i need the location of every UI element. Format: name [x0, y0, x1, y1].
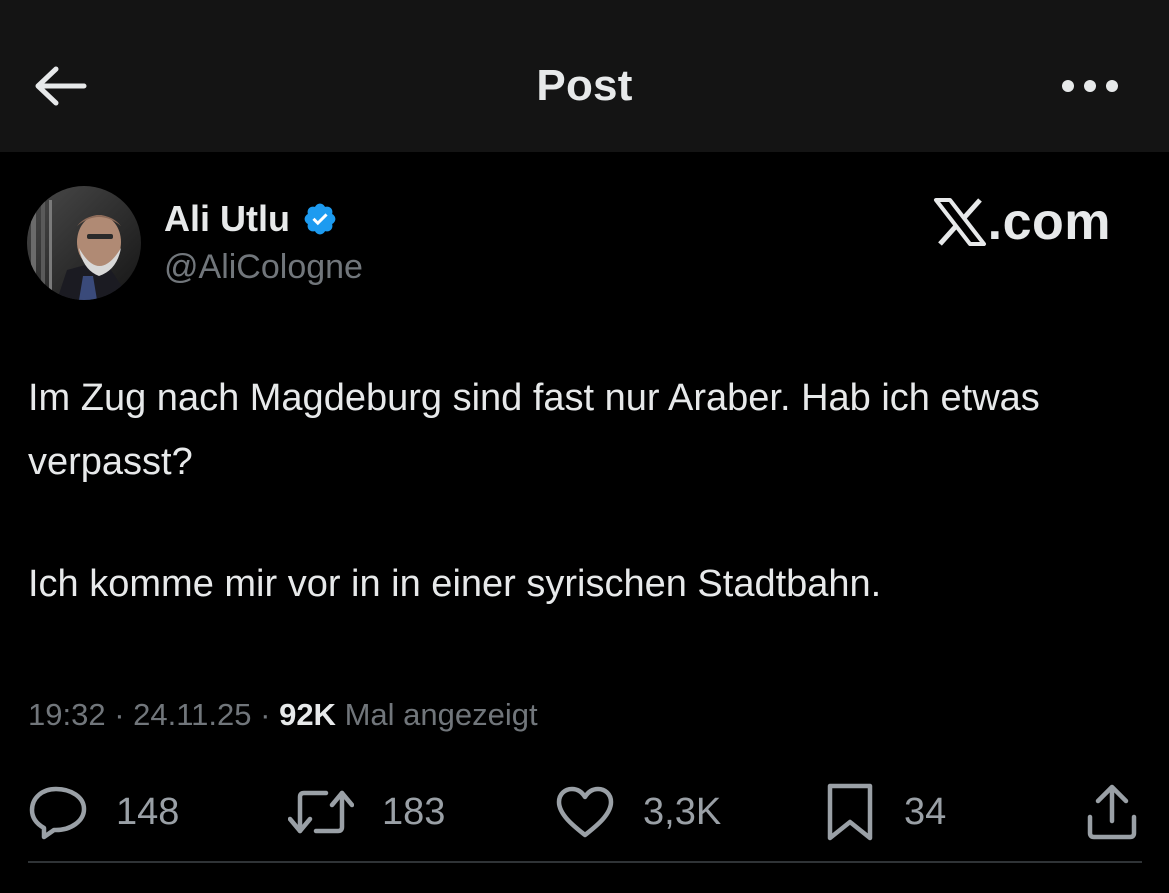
author-name[interactable]: Ali Utlu — [164, 196, 290, 242]
tweet-paragraph: Im Zug nach Magdeburg sind fast nur Arab… — [28, 377, 1040, 483]
meta-separator: · — [105, 697, 134, 732]
tweet-text: Im Zug nach Magdeburg sind fast nur Arab… — [28, 366, 1128, 616]
bookmark-count: 34 — [904, 791, 947, 833]
action-bar: 148 183 3,3K 34 — [0, 780, 1169, 844]
top-bar: Post — [0, 0, 1169, 152]
share-icon — [1087, 784, 1137, 840]
heart-icon — [556, 786, 614, 838]
tweet-time[interactable]: 19:32 — [28, 697, 106, 732]
author-handle[interactable]: @AliCologne — [164, 244, 363, 290]
x-logo-icon — [933, 198, 986, 246]
tweet-date[interactable]: 24.11.25 — [133, 697, 251, 732]
tweet-paragraph: Ich komme mir vor in in einer syrischen … — [28, 563, 882, 605]
views-label: Mal angezeigt — [344, 697, 538, 732]
avatar[interactable] — [27, 186, 141, 300]
reply-button[interactable]: 148 — [28, 780, 179, 844]
bookmark-button[interactable]: 34 — [824, 780, 946, 844]
tweet-meta: 19:32 · 24.11.25 · 92K Mal angezeigt — [28, 694, 538, 736]
x-com-watermark: .com — [932, 190, 1111, 254]
reply-count: 148 — [116, 791, 180, 833]
like-button[interactable]: 3,3K — [555, 780, 721, 844]
like-count: 3,3K — [643, 791, 722, 833]
meta-separator: · — [251, 697, 280, 732]
bookmark-icon — [827, 783, 873, 841]
verified-badge-icon — [302, 201, 338, 237]
avatar-photo — [27, 186, 141, 300]
repost-button[interactable]: 183 — [288, 780, 445, 844]
author-name-row: Ali Utlu — [164, 196, 338, 242]
repost-count: 183 — [382, 791, 446, 833]
more-horizontal-icon — [1062, 80, 1118, 92]
more-options-button[interactable] — [1055, 64, 1125, 108]
divider — [28, 861, 1142, 863]
page-title: Post — [536, 61, 633, 110]
repost-icon — [288, 790, 354, 834]
share-button[interactable] — [1084, 780, 1140, 844]
views-count[interactable]: 92K — [279, 697, 336, 732]
watermark-text: .com — [987, 193, 1111, 251]
reply-icon — [29, 786, 87, 840]
